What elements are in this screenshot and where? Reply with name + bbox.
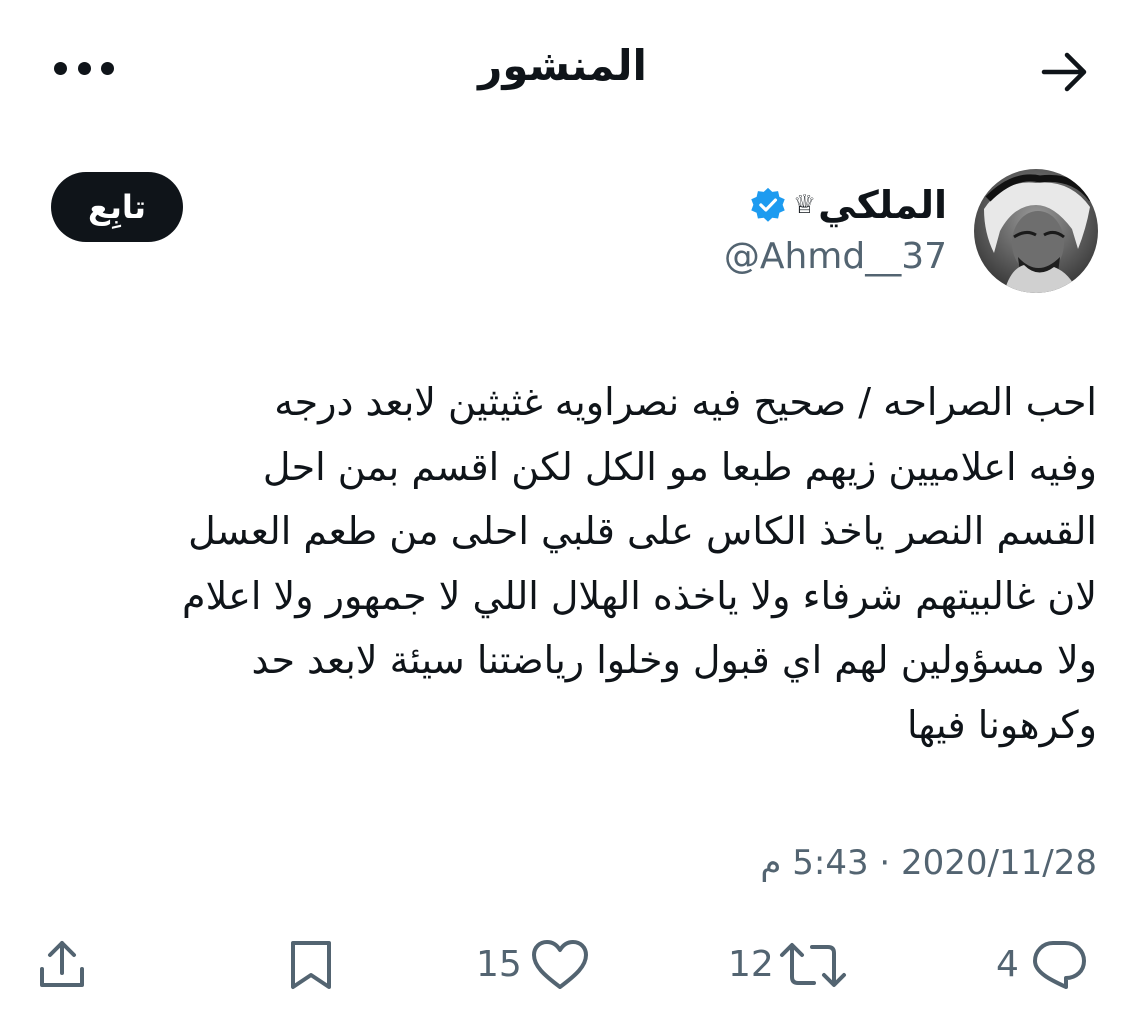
author-handle[interactable]: @Ahmd__37	[724, 234, 947, 280]
bookmark-button[interactable]	[286, 920, 336, 1010]
post-text-line: وفيه اعلاميين زيهم طبعا مو الكل لكن اقسم…	[262, 444, 1097, 489]
repost-icon	[779, 943, 846, 987]
post-text-line: القسم النصر ياخذ الكاس على قلبي احلى من …	[188, 509, 1097, 553]
reply-count: 4	[996, 944, 1019, 985]
reply-icon	[1032, 941, 1086, 989]
share-icon	[40, 941, 84, 987]
post-time: 5:43 م	[760, 843, 869, 883]
page-title: المنشور	[478, 41, 647, 90]
avatar[interactable]	[974, 169, 1098, 293]
bookmark-icon	[291, 941, 331, 989]
post-date: 2020/11/28	[901, 843, 1097, 883]
heart-icon	[531, 940, 588, 989]
reply-button[interactable]: 4	[996, 920, 1089, 1010]
repost-button[interactable]: 12	[728, 920, 848, 1010]
share-button[interactable]	[36, 920, 88, 1010]
like-count: 15	[476, 944, 522, 985]
author-name-row[interactable]: الملكي ♕	[749, 180, 947, 230]
author-display-name: الملكي	[818, 183, 947, 227]
post-text-line: احب الصراحه / صحيح فيه نصراويه غثيثين لا…	[274, 380, 1097, 424]
post-text-line: ولا مسؤولين لهم اي قبول وخلوا رياضتنا سي…	[251, 638, 1098, 682]
verified-badge-icon	[751, 187, 785, 222]
repost-count: 12	[728, 944, 774, 985]
back-button[interactable]	[1036, 44, 1092, 100]
meta-separator: ·	[879, 843, 891, 883]
post-actions-bar: 15 12 4	[0, 920, 1125, 1010]
post-text: احب الصراحه / صحيح فيه نصراويه غثيثين لا…	[60, 370, 1097, 757]
post-text-line: وكرهونا فيها	[906, 702, 1097, 747]
like-button[interactable]: 15	[476, 920, 592, 1010]
crown-emoji: ♕	[792, 190, 817, 220]
follow-button[interactable]: تابِع	[51, 172, 183, 242]
avatar-image	[974, 169, 1098, 293]
post-timestamp[interactable]: 5:43 م · 2020/11/28	[760, 838, 1097, 888]
top-bar: المنشور	[0, 0, 1125, 140]
arrow-right-icon	[1041, 52, 1087, 92]
post-text-line: لان غالبيتهم شرفاء ولا ياخذه الهلال اللي…	[182, 573, 1097, 618]
